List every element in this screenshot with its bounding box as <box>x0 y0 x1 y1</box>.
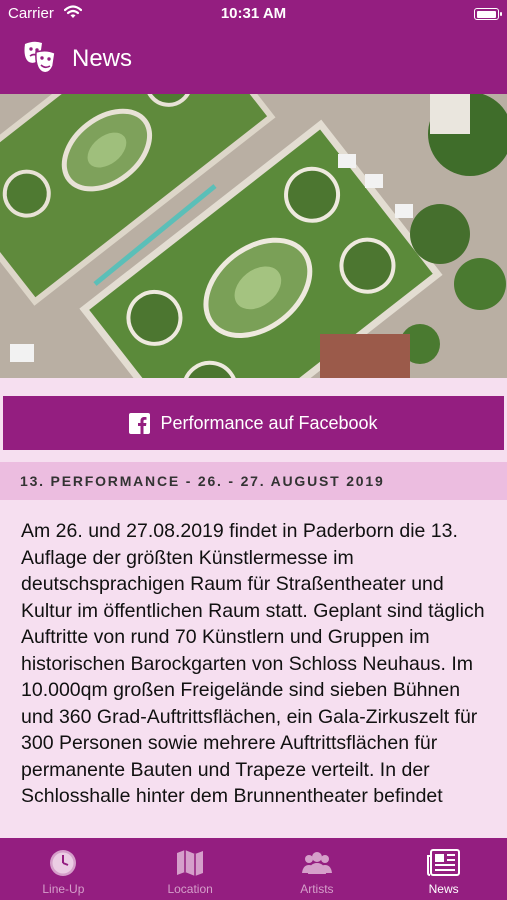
tab-line-up[interactable]: Line-Up <box>0 838 127 900</box>
article-text: Am 26. und 27.08.2019 findet in Paderbor… <box>21 520 485 807</box>
theater-masks-icon <box>24 41 56 74</box>
status-bar: Carrier 10:31 AM <box>0 0 507 28</box>
tab-artists[interactable]: Artists <box>254 838 381 900</box>
hero-image <box>0 94 507 378</box>
people-icon <box>301 852 332 874</box>
clock-icon <box>50 850 77 876</box>
tab-location-label: Location <box>167 882 213 896</box>
facebook-icon <box>129 412 151 434</box>
section-header: 13. PERFORMANCE - 26. - 27. AUGUST 2019 <box>0 462 507 500</box>
navigation-bar: News <box>0 28 507 94</box>
tab-artists-label: Artists <box>300 882 334 896</box>
article-content[interactable]: Am 26. und 27.08.2019 findet in Paderbor… <box>0 500 507 838</box>
tab-location[interactable]: Location <box>127 838 254 900</box>
tab-bar: Line-Up Location Artists News <box>0 838 507 900</box>
facebook-button-label: Performance auf Facebook <box>160 412 378 433</box>
battery-icon <box>474 8 502 20</box>
tab-news-label: News <box>428 882 459 896</box>
facebook-button[interactable]: Performance auf Facebook <box>3 396 504 450</box>
clock-time: 10:31 AM <box>220 5 287 22</box>
tab-line-up-label: Line-Up <box>42 882 85 896</box>
map-icon <box>177 850 204 876</box>
newspaper-icon <box>426 849 460 876</box>
page-title: News <box>72 45 133 72</box>
tab-news[interactable]: News <box>380 838 507 900</box>
